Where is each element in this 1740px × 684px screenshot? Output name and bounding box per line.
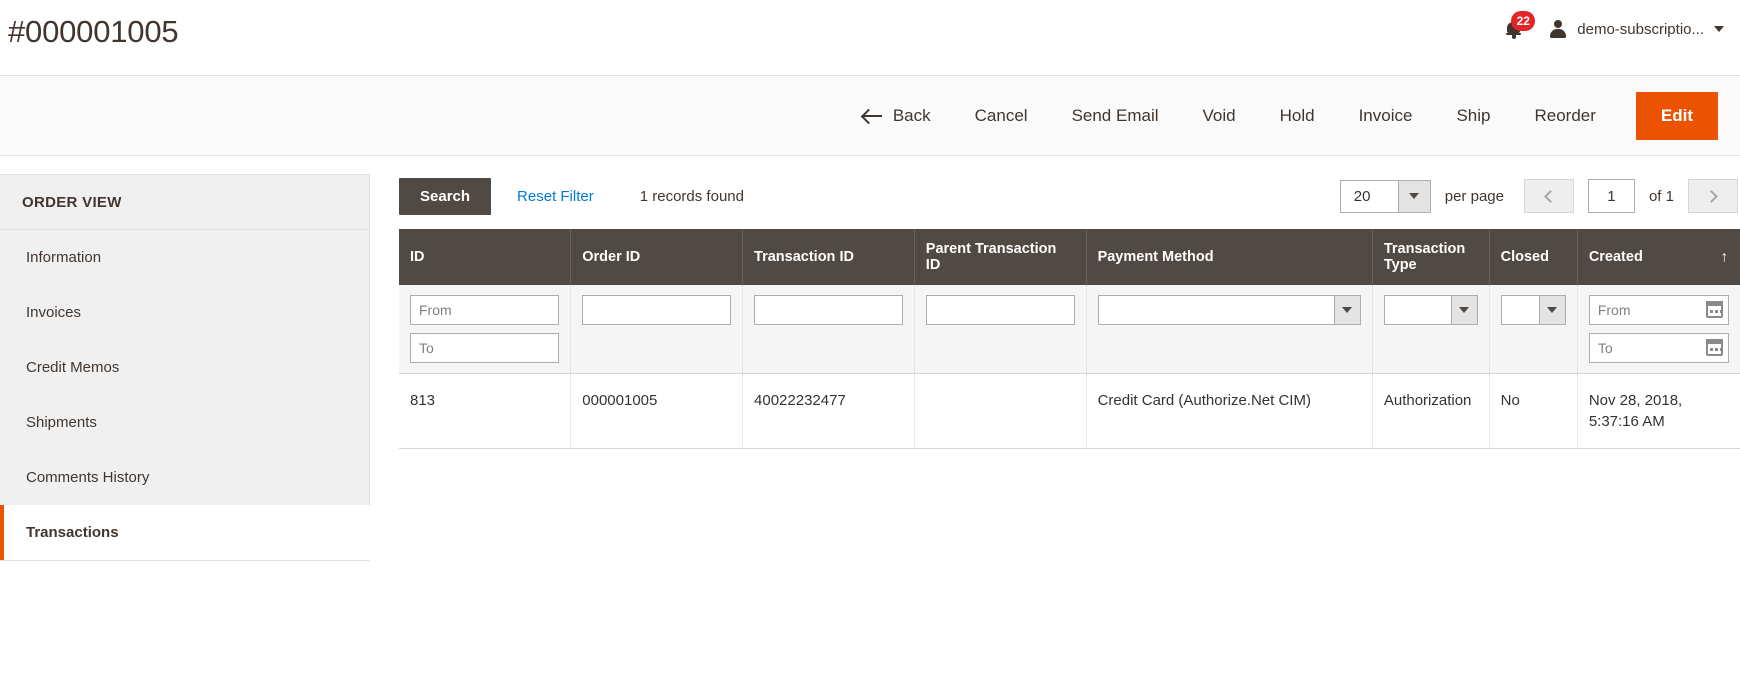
filter-cell-id — [399, 285, 572, 374]
chevron-down-icon — [1333, 296, 1360, 324]
header-actions: 22 demo-subscriptio... — [1496, 11, 1726, 44]
filter-transaction-type-value — [1385, 296, 1451, 324]
per-page-value: 20 — [1353, 187, 1371, 205]
filter-cell-transaction-type — [1372, 285, 1490, 374]
page-number-input[interactable] — [1587, 179, 1635, 213]
filter-cell-created — [1577, 285, 1740, 374]
calendar-icon[interactable] — [1706, 339, 1723, 356]
filter-cell-payment-method — [1086, 285, 1373, 374]
transactions-grid-panel: Search Reset Filter 1 records found 20 p… — [370, 156, 1740, 449]
send-email-button[interactable]: Send Email — [1050, 98, 1181, 134]
back-button[interactable]: Back — [841, 98, 953, 134]
cell-payment-method: Credit Card (Authorize.Net CIM) — [1086, 373, 1373, 449]
column-header-created[interactable]: Created ↑ — [1577, 229, 1740, 285]
reorder-button[interactable]: Reorder — [1512, 98, 1617, 134]
column-header-order-id[interactable]: Order ID — [570, 229, 744, 285]
user-menu[interactable]: demo-subscriptio... — [1546, 16, 1726, 42]
total-pages-label: of 1 — [1648, 187, 1674, 205]
filter-created-from-field — [1588, 295, 1729, 325]
chevron-down-icon — [1397, 180, 1430, 212]
grid-toolbar: Search Reset Filter 1 records found 20 p… — [399, 172, 1740, 220]
search-button[interactable]: Search — [399, 177, 492, 215]
chevron-down-icon — [1450, 296, 1477, 324]
sidebar-item-credit-memos[interactable]: Credit Memos — [0, 340, 369, 395]
column-header-parent-transaction-id[interactable]: Parent Transaction ID — [914, 229, 1087, 285]
filter-cell-transaction-id — [742, 285, 915, 374]
arrow-left-icon — [862, 109, 882, 123]
hold-button[interactable]: Hold — [1258, 98, 1337, 134]
ship-button[interactable]: Ship — [1434, 98, 1512, 134]
sidebar-item-shipments[interactable]: Shipments — [0, 395, 369, 450]
filter-closed-value — [1502, 296, 1539, 324]
grid-header-row: ID Order ID Transaction ID Parent Transa… — [399, 229, 1740, 285]
cell-transaction-type: Authorization — [1372, 373, 1490, 449]
column-header-transaction-id[interactable]: Transaction ID — [742, 229, 915, 285]
filter-created-to-field — [1588, 333, 1729, 363]
records-found-label: 1 records found — [639, 187, 744, 205]
cell-transaction-id: 40022232477 — [742, 373, 915, 449]
filter-order-id-input[interactable] — [582, 295, 732, 325]
column-header-id[interactable]: ID — [399, 229, 572, 285]
sidebar-item-transactions[interactable]: Transactions — [0, 505, 370, 560]
filter-payment-method-value — [1099, 296, 1334, 324]
cancel-button[interactable]: Cancel — [953, 98, 1050, 134]
sidebar-title: ORDER VIEW — [0, 175, 369, 230]
notifications-button[interactable]: 22 — [1496, 11, 1536, 44]
edit-button[interactable]: Edit — [1635, 91, 1718, 140]
table-row[interactable]: 813 000001005 40022232477 Credit Card (A… — [399, 373, 1740, 449]
filter-cell-parent-transaction-id — [914, 285, 1087, 374]
filter-id-to-input[interactable] — [410, 333, 560, 363]
per-page-select[interactable]: 20 — [1339, 179, 1431, 213]
page-header: #000001005 22 demo-subscriptio... — [0, 0, 1740, 76]
column-header-created-label: Created — [1588, 249, 1643, 265]
chevron-right-icon — [1704, 189, 1718, 203]
previous-page-button[interactable] — [1523, 179, 1574, 213]
user-avatar-icon — [1548, 19, 1568, 39]
filter-closed-select[interactable] — [1500, 295, 1566, 325]
cell-id: 813 — [399, 373, 572, 449]
content-area: ORDER VIEW Information Invoices Credit M… — [0, 156, 1740, 561]
column-header-transaction-type[interactable]: Transaction Type — [1372, 229, 1490, 285]
page-title: #000001005 — [8, 14, 179, 49]
filter-id-from-input[interactable] — [410, 295, 560, 325]
chevron-down-icon — [1538, 296, 1565, 324]
filter-transaction-id-input[interactable] — [754, 295, 903, 325]
notification-count-badge: 22 — [1511, 11, 1536, 31]
per-page-label: per page — [1444, 187, 1504, 205]
user-name-label: demo-subscriptio... — [1577, 20, 1704, 38]
cell-parent-transaction-id — [914, 373, 1087, 449]
reset-filter-link[interactable]: Reset Filter — [517, 188, 594, 205]
grid-filter-row — [399, 285, 1740, 374]
chevron-left-icon — [1544, 189, 1558, 203]
next-page-button[interactable] — [1688, 179, 1738, 213]
cell-created: Nov 28, 2018, 5:37:16 AM — [1577, 373, 1740, 449]
filter-parent-transaction-id-input[interactable] — [925, 295, 1075, 325]
calendar-icon[interactable] — [1706, 301, 1723, 318]
sidebar-item-comments-history[interactable]: Comments History — [0, 450, 369, 505]
order-action-toolbar: Back Cancel Send Email Void Hold Invoice… — [0, 76, 1740, 156]
cell-closed: No — [1489, 373, 1578, 449]
transactions-grid: ID Order ID Transaction ID Parent Transa… — [399, 229, 1740, 449]
order-view-sidebar: ORDER VIEW Information Invoices Credit M… — [0, 174, 370, 561]
filter-payment-method-select[interactable] — [1097, 295, 1361, 325]
filter-cell-order-id — [570, 285, 744, 374]
chevron-down-icon — [1714, 26, 1724, 32]
filter-cell-closed — [1489, 285, 1578, 374]
sidebar-item-invoices[interactable]: Invoices — [0, 285, 369, 340]
filter-transaction-type-select[interactable] — [1383, 295, 1478, 325]
sidebar-item-information[interactable]: Information — [0, 230, 369, 285]
void-button[interactable]: Void — [1181, 98, 1258, 134]
column-header-payment-method[interactable]: Payment Method — [1086, 229, 1373, 285]
invoice-button[interactable]: Invoice — [1337, 98, 1435, 134]
column-header-closed[interactable]: Closed — [1489, 229, 1578, 285]
cell-order-id: 000001005 — [570, 373, 744, 449]
pager: 20 per page of 1 — [1339, 179, 1738, 213]
sort-ascending-icon: ↑ — [1720, 248, 1729, 266]
back-button-label: Back — [892, 105, 931, 125]
